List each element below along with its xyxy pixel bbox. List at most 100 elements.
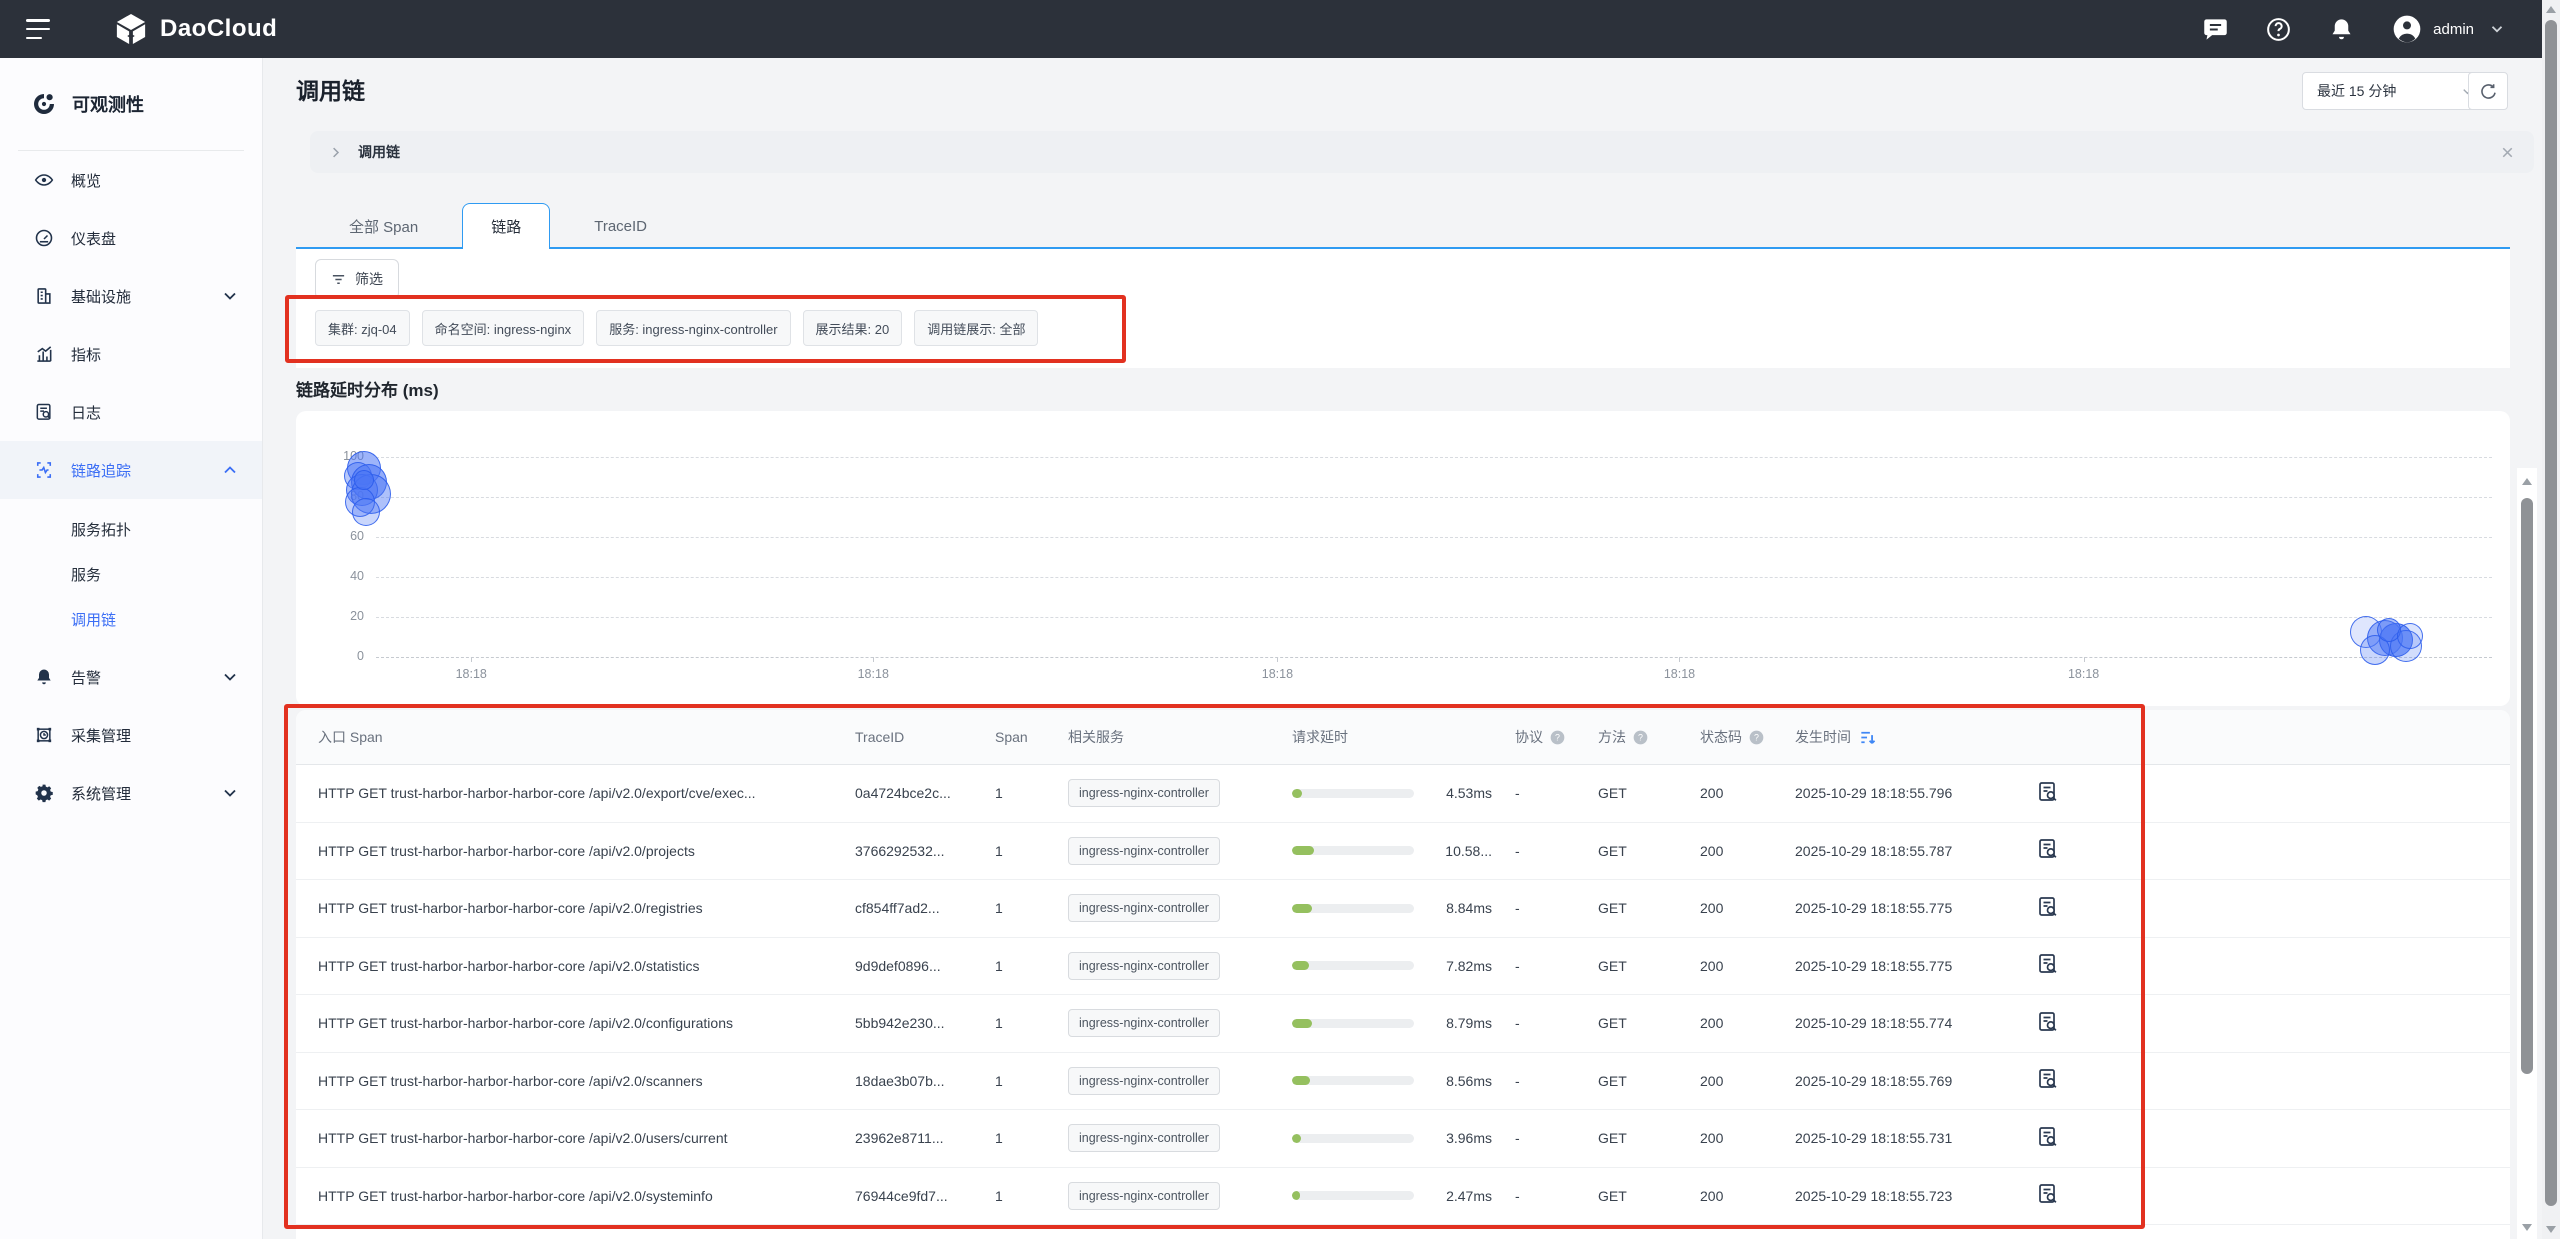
- column-header-latency: 请求延时: [1292, 727, 1515, 747]
- x-axis-tick: [1277, 657, 1278, 662]
- cell-span-count: 1: [995, 1015, 1068, 1031]
- cell-actions: [2030, 952, 2492, 979]
- logdoc-icon[interactable]: [2036, 837, 2060, 861]
- x-axis-tick-label: 18:18: [1657, 667, 1701, 681]
- cell-status-code: 200: [1700, 958, 1795, 974]
- cell-span-count: 1: [995, 1188, 1068, 1204]
- table-row[interactable]: HTTP GET trust-harbor-harbor-harbor-core…: [296, 880, 2510, 938]
- cell-latency: 8.84ms: [1292, 900, 1515, 916]
- filter-chip[interactable]: 服务: ingress-nginx-controller: [596, 310, 790, 346]
- eye-icon: [34, 170, 54, 190]
- trace-table-card: 入口 SpanTraceIDSpan相关服务请求延时协议?方法?状态码?发生时间…: [296, 710, 2510, 1239]
- bell-icon[interactable]: [2328, 16, 2355, 43]
- latency-bar-track: [1292, 846, 1414, 855]
- panel-scrollbar[interactable]: [2517, 468, 2537, 1239]
- qmark-icon[interactable]: ?: [1550, 730, 1565, 745]
- menu-toggle-icon[interactable]: [26, 19, 52, 39]
- filter-button[interactable]: 筛选: [315, 259, 399, 299]
- cell-status-code: 200: [1700, 1130, 1795, 1146]
- trace-bubble[interactable]: [352, 498, 380, 526]
- y-axis-tick-label: 20: [304, 609, 364, 623]
- sidebar-item-infrastructure[interactable]: 基础设施: [0, 267, 262, 325]
- logdoc-icon[interactable]: [2036, 952, 2060, 976]
- cell-time: 2025-10-29 18:18:55.775: [1795, 900, 2030, 916]
- message-icon[interactable]: [2202, 16, 2229, 43]
- sidebar-item-system[interactable]: 系统管理: [0, 764, 262, 822]
- scroll-up-icon[interactable]: [2546, 6, 2556, 13]
- page-scrollbar-thumb[interactable]: [2545, 20, 2557, 1206]
- help-icon[interactable]: [2265, 16, 2292, 43]
- sidebar-item-metrics[interactable]: 指标: [0, 325, 262, 383]
- scroll-up-icon[interactable]: [2522, 478, 2532, 485]
- cell-span-count: 1: [995, 843, 1068, 859]
- sidebar-subitem-topology[interactable]: 服务拓扑: [0, 507, 262, 552]
- latency-bar-track: [1292, 961, 1414, 970]
- cell-service: ingress-nginx-controller: [1068, 894, 1292, 922]
- x-axis-tick-label: 18:18: [1255, 667, 1299, 681]
- table-row[interactable]: HTTP GET trust-harbor-harbor-harbor-core…: [296, 938, 2510, 996]
- column-header-label: 协议: [1515, 727, 1543, 747]
- refresh-button[interactable]: [2468, 72, 2508, 110]
- cell-status-code: 200: [1700, 785, 1795, 801]
- table-row[interactable]: HTTP GET trust-harbor-harbor-harbor-core…: [296, 1168, 2510, 1226]
- filter-chip[interactable]: 调用链展示: 全部: [914, 310, 1038, 346]
- table-row[interactable]: HTTP GET trust-harbor-harbor-harbor-core…: [296, 823, 2510, 881]
- tab-chain[interactable]: 链路: [462, 203, 550, 249]
- sidebar-item-dashboard[interactable]: 仪表盘: [0, 209, 262, 267]
- time-range-select[interactable]: 最近 15 分钟: [2302, 72, 2486, 110]
- sidebar-item-label: 告警: [71, 667, 101, 688]
- logdoc-icon[interactable]: [2036, 1182, 2060, 1206]
- cell-actions: [2030, 1182, 2492, 1209]
- scroll-down-icon[interactable]: [2546, 1226, 2556, 1233]
- breadcrumb[interactable]: 调用链: [310, 131, 2534, 173]
- chevron-down-icon[interactable]: [2488, 20, 2506, 38]
- logdoc-icon[interactable]: [2036, 780, 2060, 804]
- table-row[interactable]: HTTP GET trust-harbor-harbor-harbor-core…: [296, 1110, 2510, 1168]
- logdoc-icon[interactable]: [2036, 1067, 2060, 1091]
- qmark-icon[interactable]: ?: [1633, 730, 1648, 745]
- logdoc-icon[interactable]: [2036, 895, 2060, 919]
- sidebar-item-overview[interactable]: 概览: [0, 151, 262, 209]
- page-scrollbar[interactable]: [2542, 0, 2560, 1239]
- tab-traceid[interactable]: TraceID: [566, 203, 675, 249]
- close-icon[interactable]: [2499, 144, 2516, 161]
- sidebar-subitem-services[interactable]: 服务: [0, 552, 262, 597]
- filter-button-label: 筛选: [355, 269, 383, 289]
- service-tag: ingress-nginx-controller: [1068, 1124, 1220, 1152]
- sortdesc-icon[interactable]: [1858, 728, 1877, 747]
- sidebar-subitem-traces[interactable]: 调用链: [0, 597, 262, 642]
- logdoc-icon[interactable]: [2036, 1125, 2060, 1149]
- svg-text:?: ?: [1638, 732, 1643, 742]
- cell-trace-id: 5bb942e230...: [855, 1015, 995, 1031]
- latency-value: 8.84ms: [1420, 900, 1492, 916]
- cell-entry-span: HTTP GET trust-harbor-harbor-harbor-core…: [318, 1073, 855, 1089]
- tab-all-span[interactable]: 全部 Span: [321, 203, 446, 249]
- cell-service: ingress-nginx-controller: [1068, 952, 1292, 980]
- cell-actions: [2030, 1067, 2492, 1094]
- cell-method: GET: [1598, 1130, 1700, 1146]
- filter-chip[interactable]: 集群: zjq-04: [315, 310, 410, 346]
- logdoc-icon[interactable]: [2036, 1010, 2060, 1034]
- x-axis-tick: [471, 657, 472, 662]
- filter-chip[interactable]: 命名空间: ingress-nginx: [422, 310, 585, 346]
- filter-chip[interactable]: 展示结果: 20: [803, 310, 903, 346]
- latency-bar-track: [1292, 1019, 1414, 1028]
- cell-method: GET: [1598, 1188, 1700, 1204]
- avatar-icon[interactable]: [2391, 13, 2423, 45]
- table-row[interactable]: HTTP GET trust-harbor-harbor-harbor-core…: [296, 765, 2510, 823]
- cell-actions: [2030, 780, 2492, 807]
- panel-scrollbar-thumb[interactable]: [2521, 498, 2533, 1074]
- sidebar-item-logs[interactable]: 日志: [0, 383, 262, 441]
- table-row[interactable]: HTTP GET trust-harbor-harbor-harbor-core…: [296, 995, 2510, 1053]
- sidebar-item-alerts[interactable]: 告警: [0, 648, 262, 706]
- latency-value: 7.82ms: [1420, 958, 1492, 974]
- latency-value: 8.56ms: [1420, 1073, 1492, 1089]
- sidebar-item-tracing[interactable]: 链路追踪: [0, 441, 262, 499]
- table-row[interactable]: HTTP GET trust-harbor-harbor-harbor-core…: [296, 1053, 2510, 1111]
- sidebar-item-collection[interactable]: 采集管理: [0, 706, 262, 764]
- gauge-icon: [34, 228, 54, 248]
- table-header-row: 入口 SpanTraceIDSpan相关服务请求延时协议?方法?状态码?发生时间: [296, 710, 2510, 765]
- latency-bar-fill: [1292, 1134, 1301, 1143]
- qmark-icon[interactable]: ?: [1749, 730, 1764, 745]
- scroll-down-icon[interactable]: [2522, 1224, 2532, 1231]
